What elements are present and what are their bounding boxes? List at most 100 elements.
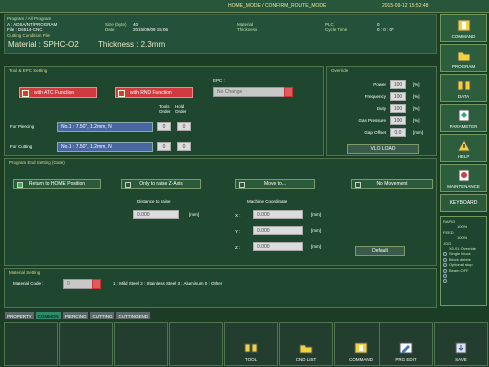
bottom-slot-1[interactable] [4,322,58,366]
prg-edit-label: PRG EDIT [395,357,417,362]
bottom-slot-4[interactable] [169,322,223,366]
cutting-tool-select[interactable]: No.1 : 7.50", 1.2mm, N [57,142,153,152]
radio-icon[interactable] [443,279,447,284]
radio-icon[interactable] [443,268,447,273]
radio-icon[interactable] [443,274,447,278]
atc-checkbox[interactable] [22,90,29,97]
program-menu-button[interactable]: PROGRAM [440,44,487,72]
raise-distance-input[interactable]: 0.000 [133,210,179,219]
override-input[interactable]: 0.0 [390,128,406,137]
move-to-option[interactable]: Move to... [235,179,315,189]
material-code-label: Material Code : [13,281,44,286]
override-input[interactable]: 100 [390,92,406,101]
mode-text: HOME_MODE / CONFIRM_ROUTE_MODE [228,3,327,9]
override-label: Duty [376,106,386,111]
chevron-down-icon[interactable] [284,87,293,97]
date-label: Date [105,27,115,32]
machine-coord-label: Machine Coordinate [247,199,288,204]
override-unit: [%] [413,106,420,111]
material-code-select[interactable]: 0 [63,279,101,289]
save-button[interactable]: SAVE [434,322,488,366]
rnd-checkbox[interactable] [118,90,125,97]
override-unit: [mm] [413,130,423,135]
maintenance-menu-button[interactable]: MAINTENANCE [440,164,487,192]
order-header-2: Order [175,109,187,114]
cnd-list-button[interactable]: CND LIST [279,322,333,366]
block-delete-label: Block delete [449,256,471,262]
x-coord-input[interactable]: 0.000 [253,210,303,219]
datetime-text: 2015-09-12 15:52:48 [382,3,429,9]
data-menu-button[interactable]: DATA [440,74,487,102]
tab-bar: PROPERTY COMMON PIERCING CUTTING CUTTING… [4,311,151,320]
thickness-label: Thickness [237,27,258,32]
checkbox-checked[interactable] [17,182,23,188]
override-label: Gas Pressure [358,118,386,123]
raise-label: Distance to raise [137,199,171,204]
optional-stop-label: Optional stop [449,262,473,268]
y-unit: [mm] [311,228,321,233]
radio-icon[interactable] [443,257,447,262]
tab-cutting[interactable]: CUTTING [89,311,116,320]
tab-property[interactable]: PROPERTY [4,311,35,320]
raise-z-option[interactable]: Only to raise Z-Axis [121,179,201,189]
atc-label: with ATC Function [34,89,75,96]
title-bar: HOME_MODE / CONFIRM_ROUTE_MODE 2015-09-1… [0,0,489,13]
override-input[interactable]: 100 [390,104,406,113]
maintenance-icon [458,169,469,182]
cycle-value: 0 : 0 : 0* [377,27,394,32]
cutting-hold-input[interactable]: 0 [177,142,191,151]
return-home-option[interactable]: Return to HOME Position [13,179,101,189]
parameter-menu-button[interactable]: PARAMETER [440,104,487,132]
command-menu-button[interactable]: COMMAND [440,14,487,42]
radio-icon[interactable] [443,252,447,257]
material-setting-panel: Material Setting Material Code : 0 1 : M… [4,268,437,308]
cutting-label: For Cutting [10,144,33,149]
material-code-value: 0 [67,281,70,287]
checkbox[interactable] [355,182,361,188]
piercing-tool-select[interactable]: No.1 : 7.50", 1.2mm, N [57,122,153,132]
override-unit: [%] [413,82,420,87]
radio-icon[interactable] [443,263,447,268]
beam-off-label: Beam OFF [449,267,469,273]
piercing-order-input[interactable]: 0 [157,122,171,131]
cycle-label: Cycle Time [325,27,348,32]
data-label: DATA [457,94,470,99]
rnd-function-toggle[interactable]: with RND Function [115,87,193,98]
date-value: 2015/09/09 15:06 [133,27,169,32]
checkbox[interactable] [239,182,245,188]
cutting-order-input[interactable]: 0 [157,142,171,151]
keyboard-button[interactable]: KEYBOARD [440,194,487,212]
vlo-load-button[interactable]: VLO LOAD [347,144,419,154]
no-movement-option[interactable]: No Movement [351,179,433,189]
data-icon [457,80,470,91]
parameter-label: PARAMETER [449,124,478,129]
bottom-slot-2[interactable] [59,322,113,366]
override-input[interactable]: 100 [390,116,406,125]
piercing-hold-input[interactable]: 0 [177,122,191,131]
checkbox[interactable] [125,182,131,188]
cutting-condition-label: Cutting Condition File [7,33,51,38]
atc-function-toggle[interactable]: with ATC Function [19,87,97,98]
epc-select[interactable]: No Change [213,87,293,97]
z-coord-input[interactable]: 0.000 [253,242,303,251]
tab-cuttingend[interactable]: CUTTINGEND [115,311,151,320]
prg-edit-button[interactable]: PRG EDIT [379,322,433,366]
tab-common[interactable]: COMMON [34,311,62,320]
tool-panel-title: Tool & EPC Setting [9,68,48,73]
material-legend: 1 : Mild Steel 2 : Stainless Steel 3 : A… [113,281,223,286]
help-menu-button[interactable]: HELP [440,134,487,162]
single-block-label: Single block [449,251,471,257]
chevron-down-icon[interactable] [92,279,101,289]
folder-icon [457,51,470,62]
save-icon [455,342,467,354]
default-button[interactable]: Default [355,246,405,256]
y-coord-input[interactable]: 0.000 [253,226,303,235]
tool-button[interactable]: TOOL [224,322,278,366]
status-radio-6[interactable] [443,278,484,284]
tab-piercing[interactable]: PIERCING [61,311,90,320]
override-input[interactable]: 100 [390,80,406,89]
epc-value: No Change [217,89,243,95]
command-icon [457,19,470,32]
move-to-label: Move to... [264,181,286,187]
bottom-slot-3[interactable] [114,322,168,366]
